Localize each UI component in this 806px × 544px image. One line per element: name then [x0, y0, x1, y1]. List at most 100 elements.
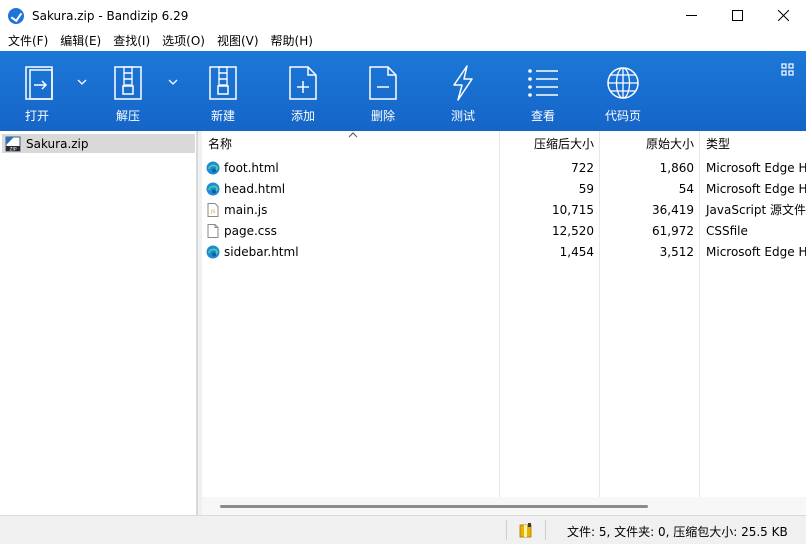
zip-archive-icon: ZIP	[5, 136, 21, 152]
file-row-main-js[interactable]: JS main.js 10,715 36,419 JavaScript 源文件	[202, 199, 806, 220]
view-button[interactable]: 查看	[503, 51, 583, 131]
file-row-page-css[interactable]: page.css 12,520 61,972 CSSfile	[202, 220, 806, 241]
bandizip-logo-icon	[8, 7, 24, 24]
file-name-cell: head.html	[202, 182, 500, 196]
file-original-size: 1,860	[659, 160, 694, 175]
file-name: page.css	[224, 223, 277, 238]
new-archive-icon	[209, 66, 237, 100]
css-file-icon	[207, 223, 219, 238]
file-type: JavaScript 源文件	[706, 203, 806, 217]
globe-icon	[607, 67, 639, 99]
file-name: main.js	[224, 202, 268, 217]
list-view-icon	[528, 69, 558, 97]
status-divider	[506, 520, 507, 540]
svg-text:JS: JS	[210, 209, 215, 215]
file-name-cell: page.css	[202, 223, 500, 238]
new-label: 新建	[210, 109, 235, 123]
codepage-label: 代码页	[604, 109, 641, 123]
file-list: 名称 压缩后大小 原始大小 类型 foot.html 722 1,860 Mic…	[202, 131, 806, 515]
file-compressed-size: 10,715	[552, 202, 594, 217]
open-button[interactable]: 打开	[0, 51, 80, 131]
file-name: sidebar.html	[224, 244, 299, 259]
svg-text:ZIP: ZIP	[9, 146, 16, 152]
close-icon	[777, 10, 789, 21]
column-compressed-label: 压缩后大小	[533, 137, 594, 151]
extract-icon	[114, 66, 142, 100]
new-button[interactable]: 新建	[183, 51, 263, 131]
extract-dropdown-icon[interactable]	[168, 78, 178, 86]
toolbar: 打开 解压 新建 添加 删除 测试 查看 代码页	[0, 51, 806, 131]
file-original-size: 3,512	[659, 244, 694, 259]
status-summary: 文件: 5, 文件夹: 0, 压缩包大小: 25.5 KB	[567, 525, 788, 539]
menu-find[interactable]: 查找(I)	[107, 31, 156, 51]
open-label: 打开	[24, 109, 49, 123]
minimize-button[interactable]	[668, 0, 714, 31]
column-header-original[interactable]: 原始大小	[600, 131, 700, 515]
delete-button[interactable]: 删除	[343, 51, 423, 131]
column-name-label: 名称	[208, 137, 233, 151]
list-header: 名称 压缩后大小 原始大小 类型	[202, 131, 806, 515]
menu-bar: 文件(F) 编辑(E) 查找(I) 选项(O) 视图(V) 帮助(H)	[0, 31, 806, 51]
file-type: Microsoft Edge HTML Document	[706, 160, 806, 175]
test-label: 测试	[450, 109, 475, 123]
extract-button[interactable]: 解压	[88, 51, 168, 131]
open-archive-icon	[25, 66, 53, 100]
file-type: CSSfile	[706, 223, 748, 238]
window-title: Sakura.zip - Bandizip 6.29	[32, 8, 189, 23]
add-button[interactable]: 添加	[263, 51, 343, 131]
menu-options[interactable]: 选项(O)	[156, 31, 211, 51]
archive-lock-icon	[519, 523, 532, 538]
delete-file-icon	[369, 66, 397, 100]
folder-tree: ZIP Sakura.zip	[0, 131, 197, 515]
menu-edit[interactable]: 编辑(E)	[54, 31, 107, 51]
minimize-icon	[685, 15, 697, 16]
tree-item-label: Sakura.zip	[26, 136, 89, 151]
file-row-sidebar-html[interactable]: sidebar.html 1,454 3,512 Microsoft Edge …	[202, 241, 806, 262]
file-compressed-size: 722	[571, 160, 594, 175]
file-name-cell: sidebar.html	[202, 245, 500, 259]
column-header-type[interactable]: 类型	[700, 131, 806, 157]
maximize-icon	[731, 10, 743, 21]
test-button[interactable]: 测试	[423, 51, 503, 131]
add-label: 添加	[290, 109, 315, 123]
lightning-icon	[453, 65, 473, 101]
js-file-icon: JS	[207, 202, 219, 217]
window-controls	[668, 0, 806, 31]
delete-label: 删除	[370, 109, 395, 123]
file-name: foot.html	[224, 160, 279, 175]
menu-file[interactable]: 文件(F)	[2, 31, 54, 51]
file-type: Microsoft Edge HTML Document	[706, 244, 806, 259]
edge-icon	[206, 161, 220, 174]
file-rows: foot.html 722 1,860 Microsoft Edge HTML …	[202, 157, 806, 262]
add-file-icon	[289, 66, 317, 100]
file-row-head-html[interactable]: head.html 59 54 Microsoft Edge HTML Docu…	[202, 178, 806, 199]
horizontal-scrollbar[interactable]	[202, 497, 806, 515]
edge-icon	[206, 245, 220, 258]
file-original-size: 36,419	[652, 202, 694, 217]
scrollbar-thumb[interactable]	[220, 505, 648, 508]
file-row-foot-html[interactable]: foot.html 722 1,860 Microsoft Edge HTML …	[202, 157, 806, 178]
open-dropdown-icon[interactable]	[77, 78, 87, 86]
maximize-button[interactable]	[714, 0, 760, 31]
menu-help[interactable]: 帮助(H)	[265, 31, 319, 51]
file-original-size: 61,972	[652, 223, 694, 238]
tree-item-archive-root[interactable]: ZIP Sakura.zip	[2, 134, 195, 153]
close-button[interactable]	[760, 0, 806, 31]
file-compressed-size: 12,520	[552, 223, 594, 238]
file-compressed-size: 59	[578, 181, 594, 196]
column-type-label: 类型	[706, 137, 731, 151]
edge-icon	[206, 182, 220, 195]
file-name-cell: JS main.js	[202, 202, 500, 217]
view-label: 查看	[530, 109, 555, 123]
codepage-button[interactable]: 代码页	[583, 51, 663, 131]
file-original-size: 54	[678, 181, 694, 196]
title-bar: Sakura.zip - Bandizip 6.29	[0, 0, 806, 31]
extract-label: 解压	[115, 109, 140, 123]
layout-grid-icon[interactable]	[781, 63, 794, 76]
status-divider	[545, 520, 546, 540]
column-original-label: 原始大小	[645, 137, 694, 151]
menu-view[interactable]: 视图(V)	[211, 31, 265, 51]
column-header-compressed[interactable]: 压缩后大小	[500, 131, 600, 515]
file-name-cell: foot.html	[202, 161, 500, 175]
column-header-name[interactable]: 名称	[202, 131, 500, 515]
